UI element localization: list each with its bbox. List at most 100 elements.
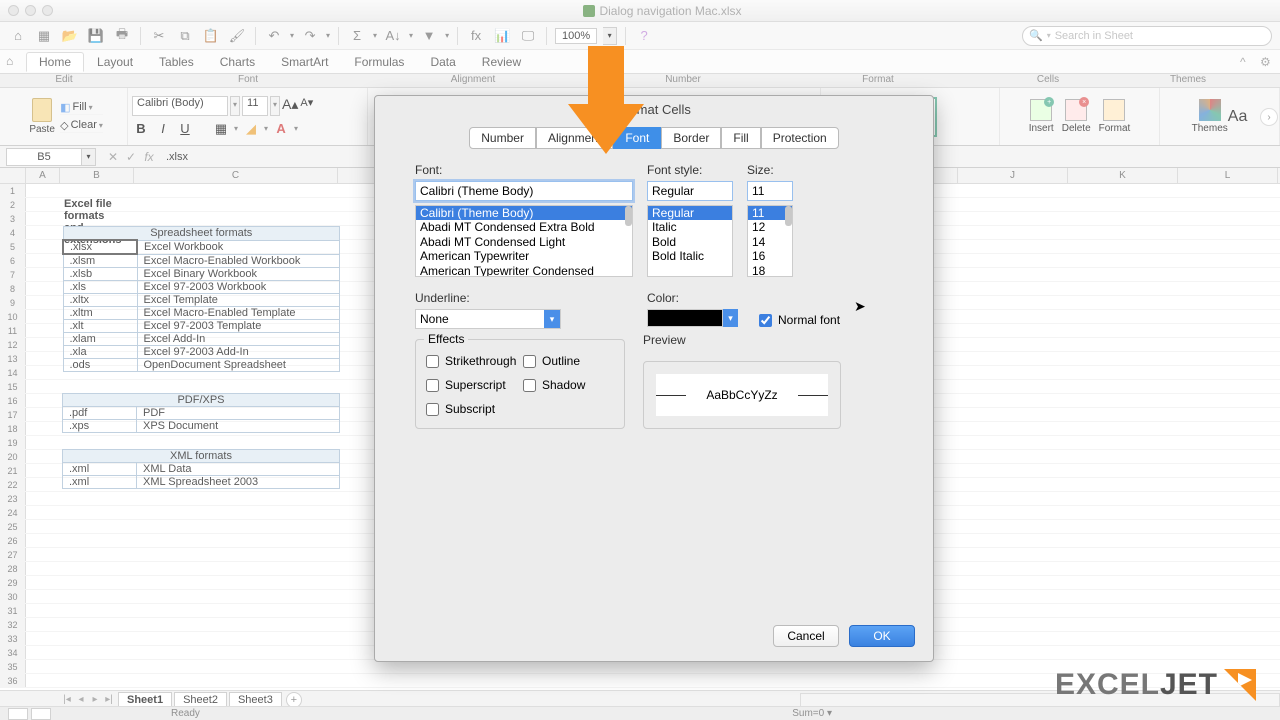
- normal-view-icon[interactable]: [8, 708, 28, 720]
- col-header[interactable]: J: [958, 168, 1068, 183]
- bold-button[interactable]: B: [132, 120, 150, 138]
- checkbox-input[interactable]: [759, 314, 772, 327]
- italic-button[interactable]: I: [154, 120, 172, 138]
- row-header[interactable]: 20: [0, 450, 26, 463]
- tab-home[interactable]: Home: [26, 52, 84, 72]
- zoom-window-icon[interactable]: [42, 5, 53, 16]
- home-icon[interactable]: ⌂: [8, 26, 28, 46]
- zoom-dropdown-icon[interactable]: ▾: [603, 27, 617, 45]
- row-header[interactable]: 16: [0, 394, 26, 407]
- row-header[interactable]: 6: [0, 254, 26, 267]
- close-window-icon[interactable]: [8, 5, 19, 16]
- list-item[interactable]: Abadi MT Condensed Light: [416, 235, 632, 249]
- table-cell[interactable]: Excel 97-2003 Template: [137, 320, 340, 333]
- row-header[interactable]: 8: [0, 282, 26, 295]
- size-input[interactable]: [747, 181, 793, 201]
- ribbon-settings-icon[interactable]: ⚙: [1260, 55, 1274, 69]
- chart-icon[interactable]: 📊: [492, 26, 512, 46]
- fx-function-icon[interactable]: fx: [140, 148, 158, 166]
- col-header[interactable]: A: [26, 168, 60, 183]
- table-cell[interactable]: .xlt: [63, 320, 137, 333]
- row-header[interactable]: 27: [0, 548, 26, 561]
- clear-button[interactable]: ◇ Clear ▾: [60, 119, 103, 133]
- size-list[interactable]: 11 12 14 16 18: [747, 205, 793, 277]
- dialog-tab-border[interactable]: Border: [661, 127, 721, 149]
- font-name-select[interactable]: Calibri (Body): [132, 96, 228, 116]
- row-header[interactable]: 1: [0, 184, 26, 197]
- font-list[interactable]: Calibri (Theme Body) Abadi MT Condensed …: [415, 205, 633, 277]
- table-cell[interactable]: .xml: [63, 476, 137, 489]
- row-header[interactable]: 11: [0, 324, 26, 337]
- table-cell[interactable]: Excel Macro-Enabled Template: [137, 307, 340, 320]
- list-item[interactable]: 16: [748, 249, 792, 263]
- row-header[interactable]: 4: [0, 226, 26, 239]
- open-icon[interactable]: 📂: [60, 26, 80, 46]
- table-cell[interactable]: XPS Document: [137, 420, 340, 433]
- row-header[interactable]: 30: [0, 590, 26, 603]
- print-icon[interactable]: 🖶: [112, 26, 132, 46]
- table-cell[interactable]: Excel Template: [137, 294, 340, 307]
- window-controls[interactable]: [8, 5, 53, 16]
- table-cell[interactable]: XML Spreadsheet 2003: [137, 476, 340, 489]
- tab-nav-last-icon[interactable]: ▸|: [102, 694, 116, 705]
- select-all-corner[interactable]: [0, 168, 26, 183]
- ribbon-scroll-icon[interactable]: ›: [1260, 108, 1278, 126]
- row-header[interactable]: 23: [0, 492, 26, 505]
- ribbon-collapse-icon[interactable]: ^: [1240, 55, 1254, 69]
- list-item[interactable]: American Typewriter Condensed: [416, 264, 632, 277]
- row-header[interactable]: 12: [0, 338, 26, 351]
- list-item[interactable]: Calibri (Theme Body): [416, 206, 632, 220]
- table-cell[interactable]: XML Data: [137, 463, 340, 476]
- dialog-tab-protection[interactable]: Protection: [761, 127, 839, 149]
- sort-icon[interactable]: A↓: [383, 26, 403, 46]
- list-item[interactable]: 18: [748, 264, 792, 277]
- row-header[interactable]: 28: [0, 562, 26, 575]
- filter-icon[interactable]: ▼: [419, 26, 439, 46]
- table-cell[interactable]: Excel Binary Workbook: [137, 268, 340, 281]
- zoom-input[interactable]: 100%: [555, 28, 597, 44]
- delete-button[interactable]: ×Delete: [1062, 99, 1091, 134]
- fill-color-button[interactable]: ◢: [242, 120, 260, 138]
- col-header[interactable]: C: [134, 168, 338, 183]
- table-cell[interactable]: Excel Add-In: [137, 333, 340, 346]
- link-icon[interactable]: 🖵: [518, 26, 538, 46]
- table-cell[interactable]: .xlam: [63, 333, 137, 346]
- row-header[interactable]: 21: [0, 464, 26, 477]
- copy-icon[interactable]: ⧉: [175, 26, 195, 46]
- row-header[interactable]: 26: [0, 534, 26, 547]
- format-button[interactable]: Format: [1099, 99, 1131, 134]
- row-header[interactable]: 18: [0, 422, 26, 435]
- new-icon[interactable]: ▦: [34, 26, 54, 46]
- cancel-formula-icon[interactable]: ✕: [104, 148, 122, 166]
- tab-nav-next-icon[interactable]: ▸: [88, 694, 102, 705]
- list-item[interactable]: Abadi MT Condensed Extra Bold: [416, 220, 632, 234]
- row-header[interactable]: 36: [0, 674, 26, 687]
- search-dropdown-icon[interactable]: ▾: [1047, 31, 1051, 40]
- status-sum[interactable]: Sum=0 ▾: [792, 708, 832, 719]
- name-box-dropdown-icon[interactable]: ▾: [82, 148, 96, 166]
- table-cell[interactable]: .pdf: [63, 407, 137, 420]
- tab-charts[interactable]: Charts: [207, 52, 268, 72]
- font-size-select[interactable]: 11: [242, 96, 268, 116]
- shadow-checkbox[interactable]: Shadow: [523, 378, 614, 392]
- table-cell[interactable]: .xlsb: [63, 268, 137, 281]
- table-cell[interactable]: OpenDocument Spreadsheet: [137, 359, 340, 372]
- paste-button[interactable]: Paste: [24, 93, 60, 141]
- list-item[interactable]: Bold Italic: [648, 249, 732, 263]
- row-header[interactable]: 22: [0, 478, 26, 491]
- redo-icon[interactable]: ↷: [300, 26, 320, 46]
- tab-nav-first-icon[interactable]: |◂: [60, 694, 74, 705]
- themes-button[interactable]: Themes: [1192, 99, 1228, 134]
- table-cell[interactable]: Excel 97-2003 Add-In: [137, 346, 340, 359]
- undo-icon[interactable]: ↶: [264, 26, 284, 46]
- table-cell[interactable]: Excel 97-2003 Workbook: [137, 281, 340, 294]
- cell-selected[interactable]: .xlsx: [63, 240, 137, 254]
- row-header[interactable]: 7: [0, 268, 26, 281]
- ok-button[interactable]: OK: [849, 625, 915, 647]
- underline-button[interactable]: U: [176, 120, 194, 138]
- table-cell[interactable]: .xlsm: [63, 254, 137, 268]
- cut-icon[interactable]: ✂: [149, 26, 169, 46]
- decrease-font-icon[interactable]: A▾: [300, 96, 313, 116]
- dialog-tab-font[interactable]: Font: [613, 127, 661, 149]
- table-cell[interactable]: .xml: [63, 463, 137, 476]
